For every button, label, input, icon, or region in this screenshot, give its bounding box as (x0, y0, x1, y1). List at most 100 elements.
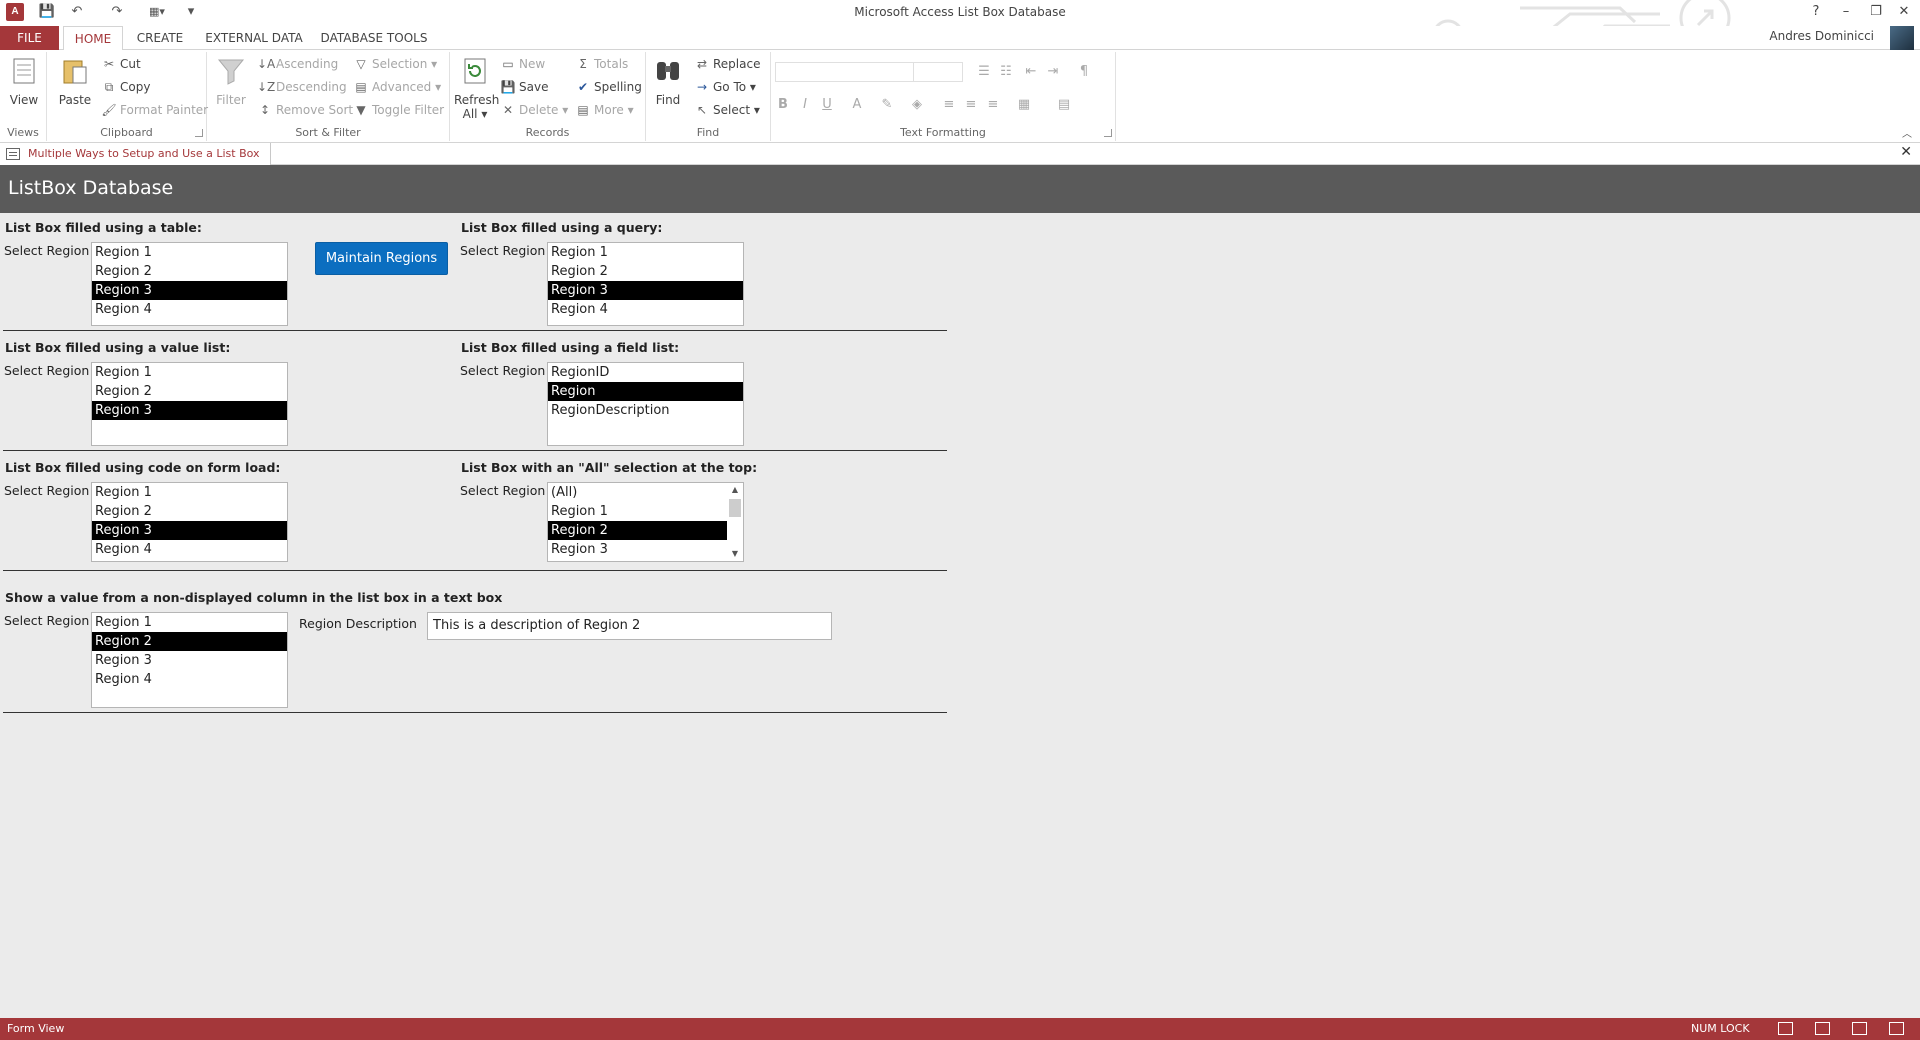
listbox-code[interactable]: Region 1 Region 2 Region 3 Region 4 (91, 482, 288, 562)
list-item[interactable]: Region 1 (548, 243, 743, 262)
list-item[interactable]: Region 1 (92, 483, 287, 502)
cut-button[interactable]: ✂ Cut (101, 54, 141, 74)
avatar[interactable] (1890, 26, 1914, 50)
replace-button[interactable]: ⇄ Replace (694, 54, 761, 74)
listbox-query[interactable]: Region 1 Region 2 Region 3 Region 4 (547, 242, 744, 326)
numbering-icon[interactable]: ☷ (996, 63, 1016, 81)
collapse-ribbon-icon[interactable]: ︿ (1902, 125, 1912, 140)
layout-view-icon[interactable] (1852, 1022, 1867, 1035)
goto-button[interactable]: → Go To ▾ (694, 77, 756, 97)
tab-form-document[interactable]: Multiple Ways to Setup and Use a List Bo… (0, 143, 271, 165)
toggle-filter-button[interactable]: ▼ Toggle Filter (353, 100, 444, 120)
increase-indent-icon[interactable]: ⇥ (1043, 63, 1063, 81)
list-item[interactable]: Region 2 (92, 382, 287, 401)
redo-icon[interactable]: ↷ (108, 3, 126, 21)
tab-create[interactable]: CREATE (130, 26, 190, 50)
tab-home[interactable]: HOME (63, 26, 123, 51)
list-item[interactable]: Region 4 (92, 540, 287, 559)
list-item[interactable]: Region 2 (548, 262, 743, 281)
align-left-icon[interactable]: ≡ (939, 96, 959, 114)
format-painter-button[interactable]: 🖌 Format Painter (101, 100, 208, 120)
ascending-button[interactable]: ↓AAscending (257, 54, 338, 74)
list-item[interactable]: Region 3 (92, 281, 287, 300)
listbox-nondisplayed[interactable]: Region 1 Region 2 Region 3 Region 4 (91, 612, 288, 708)
paste-button[interactable]: Paste (57, 56, 93, 107)
close-window-button[interactable]: ✕ (1894, 2, 1914, 22)
remove-sort-button[interactable]: ↕ Remove Sort (257, 100, 353, 120)
align-right-icon[interactable]: ≡ (983, 96, 1003, 114)
restore-button[interactable]: ❐ (1866, 2, 1886, 22)
list-item[interactable]: Region (548, 382, 743, 401)
descending-button[interactable]: ↓ZDescending (257, 77, 347, 97)
listbox-all[interactable]: (All) Region 1 Region 2 Region 3 ▲ ▼ (547, 482, 744, 562)
design-view-icon[interactable] (1889, 1022, 1904, 1035)
tab-database-tools[interactable]: DATABASE TOOLS (318, 26, 430, 50)
paragraph-direction-icon[interactable]: ¶ (1074, 63, 1094, 81)
maintain-regions-button[interactable]: Maintain Regions (315, 242, 448, 275)
list-item[interactable]: Region 1 (92, 363, 287, 382)
filter-button[interactable]: Filter (213, 56, 249, 107)
scroll-down-icon[interactable]: ▼ (727, 547, 743, 561)
totals-button[interactable]: Σ Totals (575, 54, 628, 74)
list-item[interactable]: Region 2 (548, 521, 727, 540)
alternate-row-color-icon[interactable]: ▦ (1014, 96, 1034, 114)
scroll-up-icon[interactable]: ▲ (727, 483, 743, 497)
list-item[interactable]: Region 2 (92, 632, 287, 651)
selection-button[interactable]: ▽ Selection ▾ (353, 54, 437, 74)
list-item[interactable]: RegionDescription (548, 401, 743, 420)
advanced-button[interactable]: ▤ Advanced ▾ (353, 77, 441, 97)
new-record-button[interactable]: ▭ New (500, 54, 545, 74)
list-item[interactable]: Region 4 (548, 300, 743, 319)
list-item[interactable]: Region 3 (548, 540, 727, 559)
customize-qat-icon[interactable]: ▾ (184, 3, 198, 21)
tab-external-data[interactable]: EXTERNAL DATA (200, 26, 308, 50)
scroll-thumb[interactable] (729, 499, 741, 517)
touch-mode-icon[interactable]: ▦▾ (146, 3, 168, 21)
minimize-button[interactable]: – (1836, 2, 1856, 22)
list-item[interactable]: Region 3 (92, 401, 287, 420)
list-item[interactable]: Region 4 (92, 300, 287, 319)
text-formatting-launcher-icon[interactable] (1104, 129, 1112, 137)
find-button[interactable]: Find (650, 56, 686, 107)
list-item[interactable]: Region 3 (548, 281, 743, 300)
copy-button[interactable]: ⧉ Copy (101, 77, 151, 97)
access-app-icon[interactable]: A (6, 3, 24, 21)
save-icon[interactable]: 💾 (38, 3, 56, 21)
undo-icon[interactable]: ↶ (68, 3, 86, 21)
datasheet-view-icon[interactable] (1815, 1022, 1830, 1035)
user-name[interactable]: Andres Dominicci (1769, 29, 1874, 43)
close-document-icon[interactable]: ✕ (1900, 144, 1912, 160)
fill-color-icon[interactable]: ◈ (907, 96, 927, 114)
bullets-icon[interactable]: ☰ (974, 63, 994, 81)
list-item[interactable]: (All) (548, 483, 727, 502)
list-item[interactable]: RegionID (548, 363, 743, 382)
decrease-indent-icon[interactable]: ⇤ (1021, 63, 1041, 81)
bold-icon[interactable]: B (773, 96, 793, 114)
tab-file[interactable]: FILE (0, 26, 59, 50)
region-description-field[interactable]: This is a description of Region 2 (427, 612, 832, 640)
spelling-button[interactable]: ✔ Spelling (575, 77, 642, 97)
italic-icon[interactable]: I (795, 96, 815, 114)
align-center-icon[interactable]: ≡ (961, 96, 981, 114)
listbox-table[interactable]: Region 1 Region 2 Region 3 Region 4 (91, 242, 288, 326)
delete-record-button[interactable]: ✕ Delete ▾ (500, 100, 568, 120)
font-name-combo[interactable] (775, 62, 915, 82)
clipboard-launcher-icon[interactable] (195, 129, 203, 137)
listbox-field-list[interactable]: RegionID Region RegionDescription (547, 362, 744, 446)
form-view-icon[interactable] (1778, 1022, 1793, 1035)
help-icon[interactable]: ? (1806, 2, 1826, 22)
font-size-combo[interactable] (913, 62, 963, 82)
list-item[interactable]: Region 3 (92, 651, 287, 670)
font-color-icon[interactable]: A (847, 96, 867, 114)
list-item[interactable]: Region 1 (92, 613, 287, 632)
refresh-all-button[interactable]: Refresh All ▾ (454, 56, 499, 121)
select-button[interactable]: ↖ Select ▾ (694, 100, 760, 120)
list-item[interactable]: Region 4 (92, 670, 287, 689)
save-record-button[interactable]: 💾 Save (500, 77, 549, 97)
vertical-scrollbar[interactable]: ▲ ▼ (727, 483, 743, 561)
list-item[interactable]: Region 2 (92, 262, 287, 281)
list-item[interactable]: Region 2 (92, 502, 287, 521)
view-button[interactable]: View (6, 56, 42, 107)
list-item[interactable]: Region 1 (548, 502, 727, 521)
list-item[interactable]: Region 1 (92, 243, 287, 262)
